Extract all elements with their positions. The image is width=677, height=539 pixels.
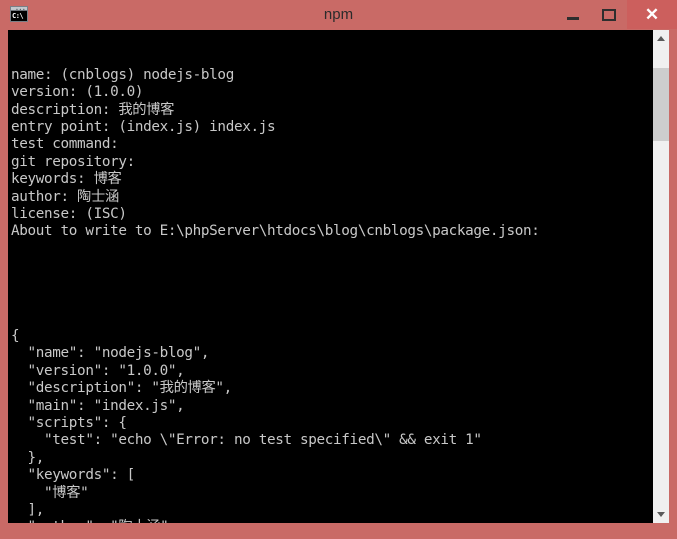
console-line: entry point: (index.js) index.js [11, 119, 276, 136]
console-line: "博客" [11, 484, 89, 501]
scroll-down-arrow[interactable] [653, 506, 669, 523]
title-bar[interactable]: ••• C:\ npm ✕ [0, 0, 677, 29]
close-icon: ✕ [644, 5, 660, 24]
console-line: "test": "echo \"Error: no test specified… [11, 432, 482, 449]
console-line: git repository: [11, 153, 135, 170]
console-line: About to write to E:\phpServer\htdocs\bl… [11, 223, 540, 240]
scroll-thumb[interactable] [653, 68, 669, 141]
console-line: "keywords": [ [11, 467, 136, 484]
console-line: ], [11, 501, 45, 518]
chevron-up-icon [657, 36, 665, 41]
console-line: "main": "index.js", [11, 397, 185, 414]
console-output-area[interactable]: name: (cnblogs) nodejs-blog version: (1.0… [8, 30, 653, 523]
close-button[interactable]: ✕ [627, 0, 677, 29]
npm-console-window: ••• C:\ npm ✕ name: (cnblogs) nodejs-blo… [0, 0, 677, 539]
console-text-buffer: name: (cnblogs) nodejs-blog version: (1.0… [11, 32, 540, 523]
screen: ••• C:\ npm ✕ name: (cnblogs) nodejs-blo… [0, 0, 677, 539]
console-line: "description": "我的博客", [11, 380, 233, 397]
console-line: version: (1.0.0) [11, 84, 144, 101]
console-line: author: 陶士涵 [11, 188, 119, 205]
minimize-icon [567, 17, 579, 20]
console-line: "version": "1.0.0", [11, 362, 185, 379]
console-json-preview: { "name": "nodejs-blog", "version": "1.0… [11, 328, 539, 523]
console-line: "author": "陶士涵", [11, 519, 539, 523]
console-line: "scripts": { [11, 414, 127, 431]
console-blank-1 [11, 276, 539, 293]
console-line: "name": "nodejs-blog", [11, 345, 210, 362]
scroll-up-arrow[interactable] [653, 30, 669, 47]
console-line: description: 我的博客 [11, 101, 175, 118]
vertical-scrollbar[interactable] [653, 30, 669, 523]
window-controls: ✕ [555, 0, 677, 29]
minimize-button[interactable] [555, 0, 591, 29]
console-line: keywords: 博客 [11, 171, 122, 188]
console-line: license: (ISC) [11, 206, 127, 223]
chevron-down-icon [657, 512, 665, 517]
console-line: }, [11, 449, 45, 466]
console-line: test command: [11, 136, 119, 153]
maximize-button[interactable] [591, 0, 627, 29]
maximize-icon [602, 9, 616, 21]
console-prompt-block: name: (cnblogs) nodejs-blog version: (1.0… [11, 66, 540, 241]
console-line: name: (cnblogs) nodejs-blog [11, 66, 234, 83]
console-line: { [11, 327, 20, 344]
